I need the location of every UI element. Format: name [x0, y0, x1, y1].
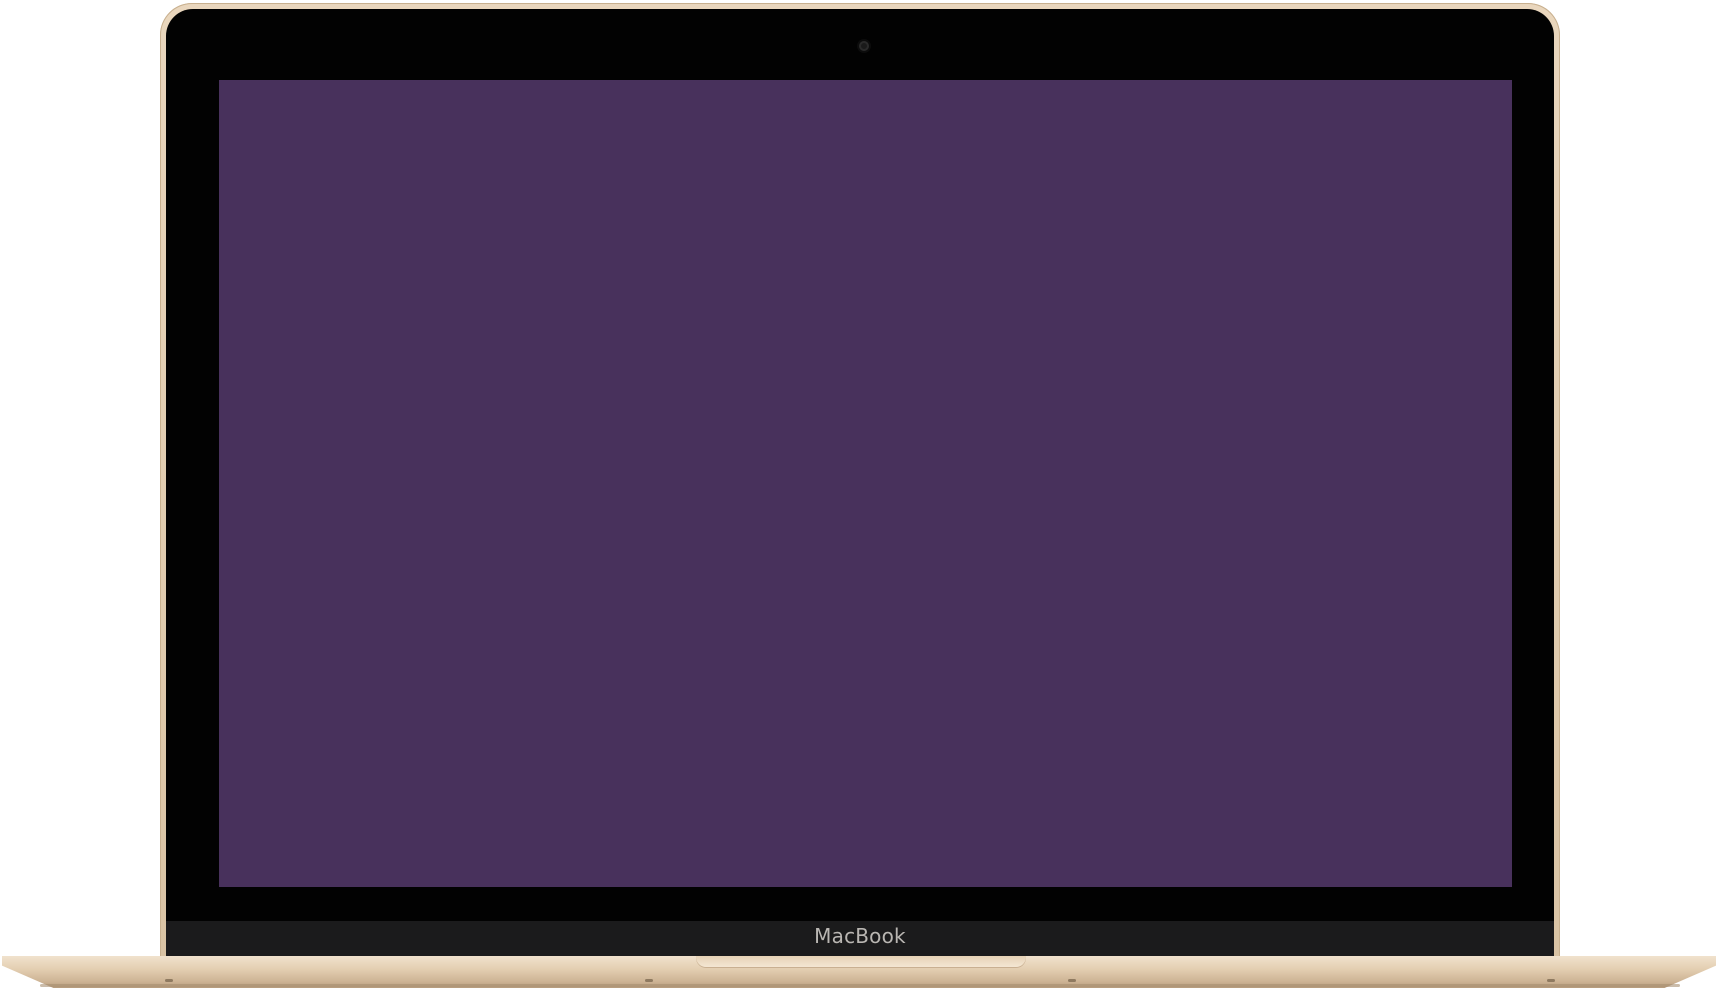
brand-label: MacBook: [814, 924, 906, 948]
screen-bezel: MacBook: [166, 9, 1554, 958]
camera-icon: [859, 41, 869, 51]
rubber-foot: [165, 979, 173, 982]
rubber-foot: [645, 979, 653, 982]
screen-display: [219, 80, 1512, 887]
base-bottom-edge: [40, 984, 1680, 987]
rubber-foot: [1547, 979, 1555, 982]
hinge-notch: [696, 956, 1026, 968]
bezel-chin: MacBook: [166, 921, 1554, 958]
laptop-lid: MacBook: [160, 3, 1560, 958]
rubber-foot: [1068, 979, 1076, 982]
